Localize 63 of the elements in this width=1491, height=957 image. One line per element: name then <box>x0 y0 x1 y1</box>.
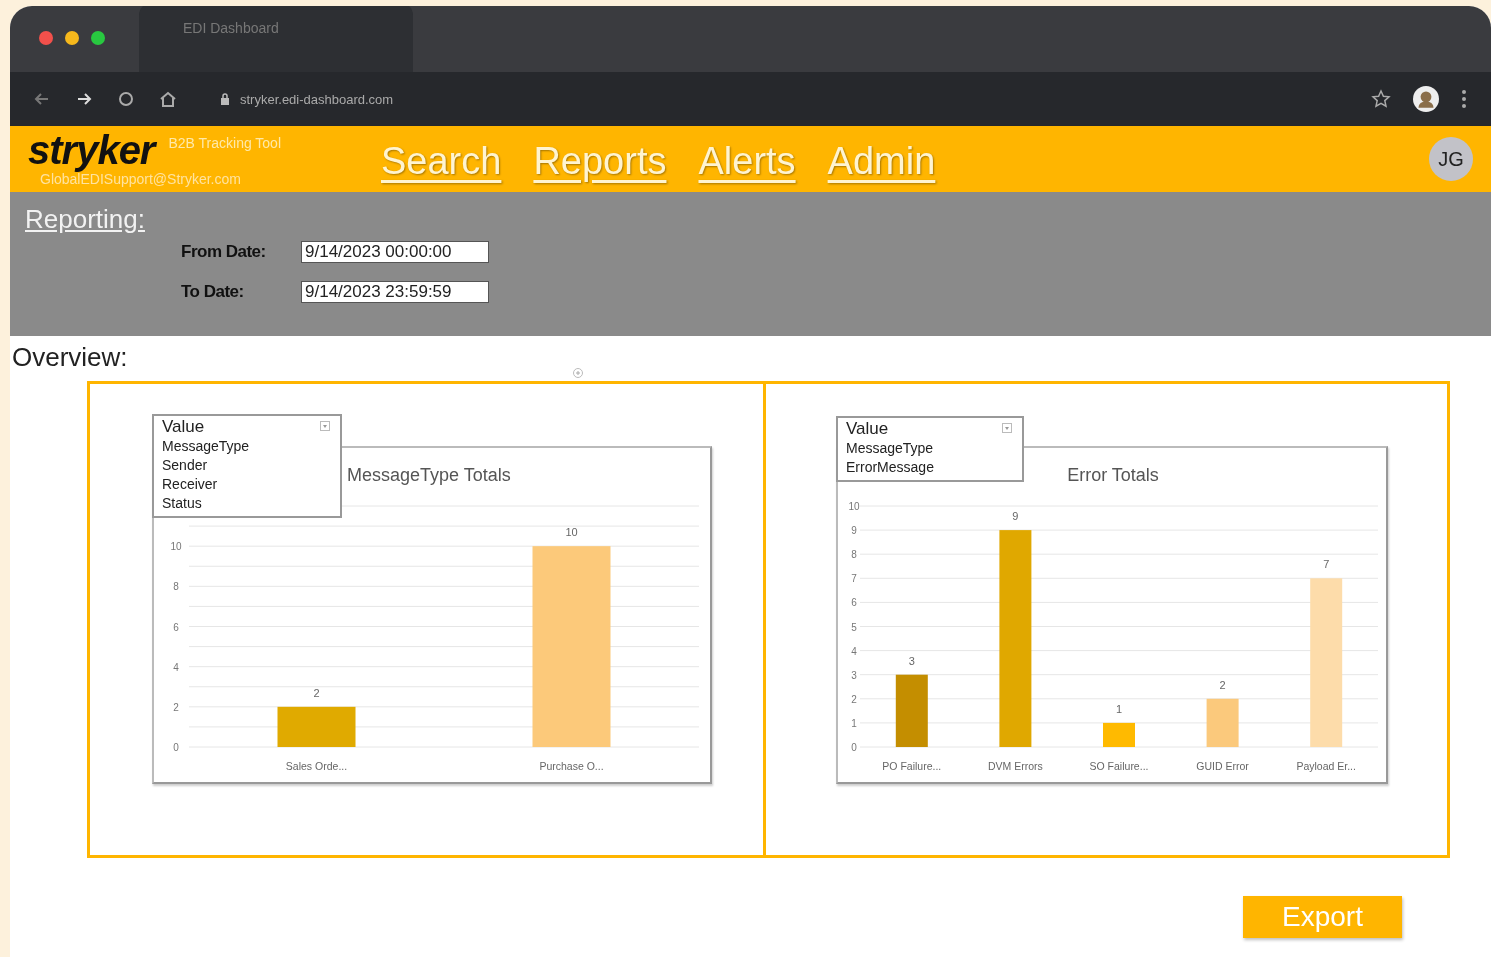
reload-icon[interactable] <box>116 89 136 109</box>
axis-tick-label: 10 <box>848 501 860 512</box>
axis-tick-label: 9 <box>851 525 857 537</box>
category-label: Purchase O... <box>539 760 604 772</box>
axis-tick-label: 6 <box>851 597 857 609</box>
chart-title: MessageType Totals <box>347 465 511 485</box>
section-title: Overview: <box>12 342 128 373</box>
axis-tick-label: 4 <box>173 661 179 673</box>
axis-tick-label: 0 <box>851 742 857 753</box>
category-label: GUID Error <box>1196 760 1249 772</box>
field-label: From Date: <box>181 242 267 262</box>
menu-icon[interactable] <box>1461 89 1467 109</box>
field-list-title: Value <box>162 417 205 437</box>
axis-tick-label: 2 <box>851 693 857 705</box>
close-icon[interactable] <box>39 31 53 45</box>
home-icon[interactable] <box>158 89 178 109</box>
field-list-item[interactable]: Receiver <box>162 475 218 494</box>
address-field[interactable]: stryker.edi-dashboard.com <box>220 91 394 107</box>
category-label: SO Failure... <box>1089 760 1149 772</box>
minimize-icon[interactable] <box>65 31 79 45</box>
field-list-title: Value <box>846 419 889 439</box>
field-list-item[interactable]: ErrorMessage <box>846 458 934 477</box>
chart-bar <box>1103 722 1135 747</box>
field-list-item[interactable]: Status <box>162 494 202 513</box>
section-title: Reporting: <box>25 204 146 235</box>
date-field[interactable]: 9/14/2023 23:59:59 <box>301 281 489 303</box>
axis-tick-label: 2 <box>173 701 179 713</box>
app-subtitle: B2B Tracking Tool <box>168 135 282 151</box>
profile-icon[interactable] <box>1413 86 1439 112</box>
data-label: 3 <box>908 654 915 667</box>
maximize-icon[interactable] <box>91 31 105 45</box>
lock-icon <box>220 93 230 105</box>
data-label: 2 <box>313 686 320 699</box>
axis-tick-label: 0 <box>173 742 179 753</box>
field-label: To Date: <box>181 282 245 302</box>
dropdown-icon[interactable] <box>320 421 330 431</box>
date-field[interactable]: 9/14/2023 00:00:00 <box>301 241 489 263</box>
axis-tick-label: 4 <box>851 645 857 657</box>
axis-tick-label: 8 <box>173 581 179 593</box>
data-label: 9 <box>1012 510 1019 523</box>
field-list-item[interactable]: Sender <box>162 456 208 475</box>
category-label: DVM Errors <box>988 760 1043 772</box>
axis-tick-label: 6 <box>173 621 179 633</box>
category-label: PO Failure... <box>882 760 942 772</box>
chart-title: Error Totals <box>1067 465 1159 485</box>
axis-tick-label: 3 <box>851 669 857 681</box>
user-avatar[interactable]: JG <box>1429 137 1473 181</box>
axis-tick-label: 1 <box>851 717 857 729</box>
star-icon[interactable] <box>1371 89 1391 109</box>
data-label: 2 <box>1219 678 1226 691</box>
axis-tick-label: 5 <box>851 621 857 633</box>
dropdown-icon[interactable] <box>1002 423 1012 433</box>
field-list-item[interactable]: MessageType <box>846 439 934 458</box>
category-label: Payload Er... <box>1296 760 1356 772</box>
category-label: Sales Orde... <box>285 760 348 772</box>
data-label: 1 <box>1115 702 1123 715</box>
axis-tick-label: 10 <box>170 541 182 553</box>
axis-tick-label: 8 <box>851 549 857 561</box>
field-list-item[interactable]: MessageType <box>162 437 250 456</box>
data-label: 7 <box>1323 558 1330 571</box>
axis-tick-label: 7 <box>851 573 857 585</box>
chart-bar <box>1206 698 1239 747</box>
data-label: 10 <box>565 526 578 539</box>
